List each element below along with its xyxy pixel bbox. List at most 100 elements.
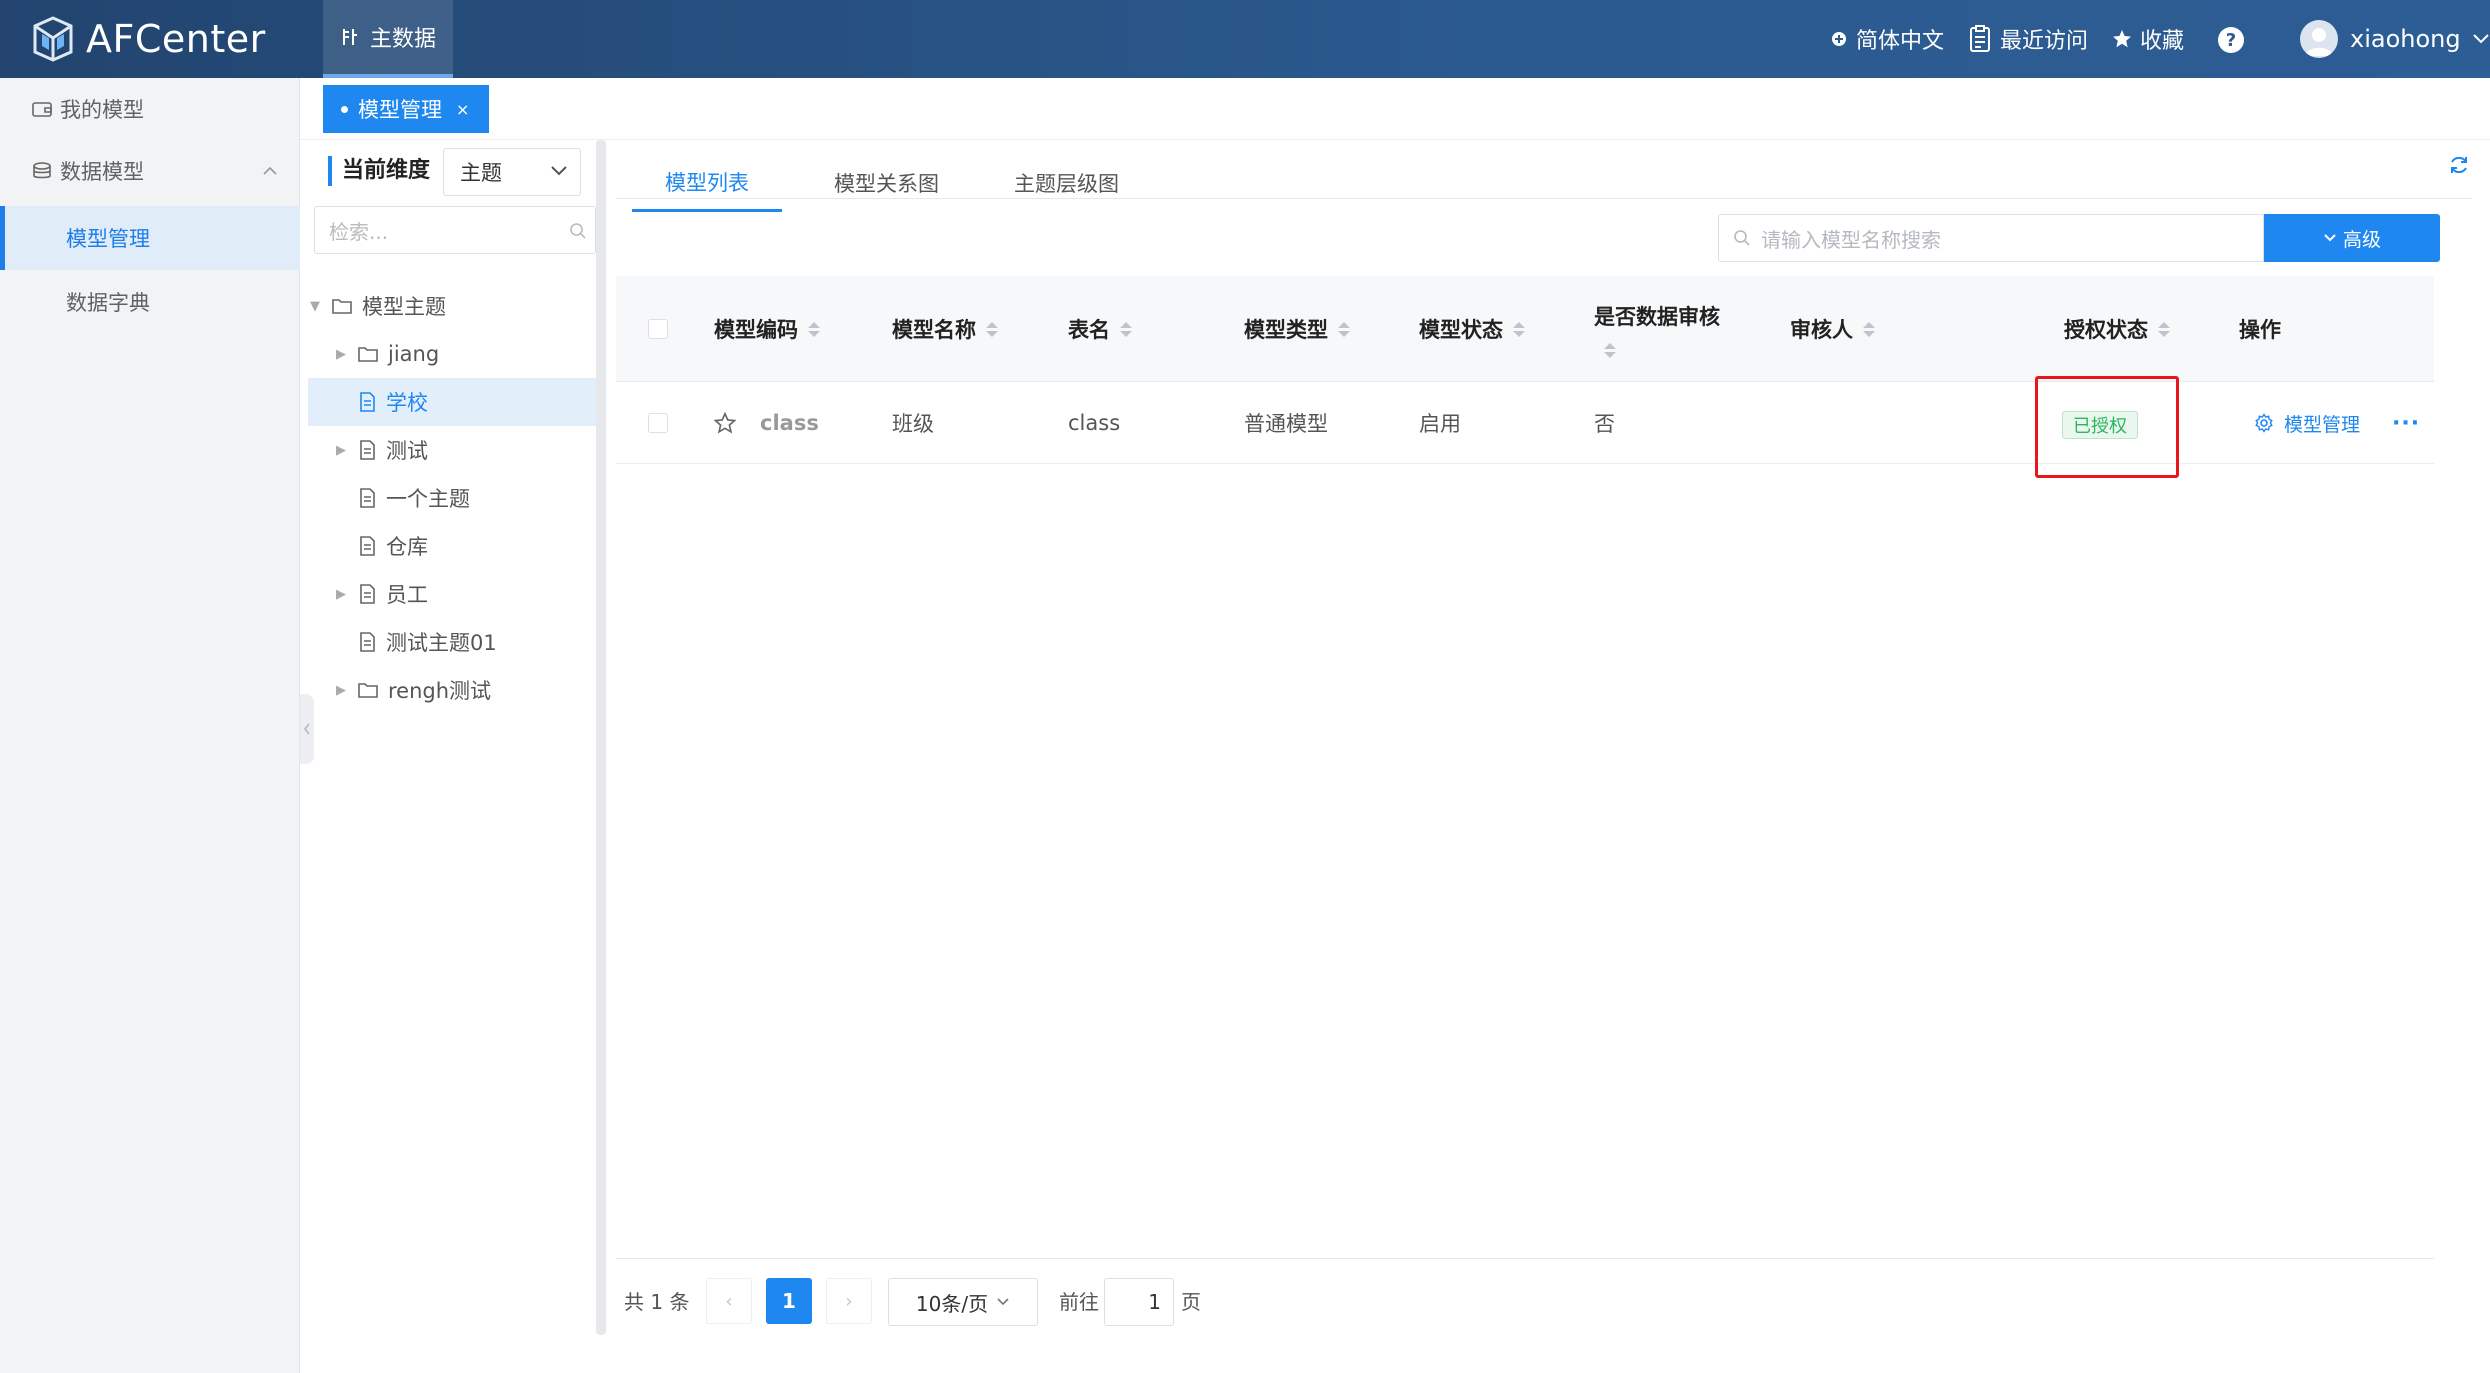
sort-icon[interactable] [1338, 321, 1350, 337]
col-table-name[interactable]: 表名 [1068, 276, 1132, 382]
favorites-label: 收藏 [2140, 29, 2185, 54]
col-reviewer[interactable]: 审核人 [1790, 276, 1875, 382]
menu-my-models[interactable]: 我的模型 [0, 78, 300, 140]
refresh-icon[interactable] [2448, 154, 2470, 176]
tab-model-management[interactable]: 模型管理 × [323, 85, 489, 133]
tab-topic-hierarchy[interactable]: 主题层级图 [1014, 154, 1119, 212]
sort-icon[interactable] [1604, 342, 1616, 358]
prev-page-button[interactable]: ‹ [706, 1278, 752, 1324]
model-search-placeholder: 请输入模型名称搜索 [1761, 227, 1941, 252]
caret-down-icon[interactable]: ▼ [308, 299, 322, 314]
tree-node-label: 测试 [386, 439, 428, 463]
tree-node[interactable]: ▶ 测试 [308, 426, 608, 474]
tree-node[interactable]: ▶ 员工 [308, 570, 608, 618]
tree-node[interactable]: 一个主题 [308, 474, 608, 522]
col-label: 模型编码 [714, 318, 798, 342]
language-label: 简体中文 [1856, 29, 1945, 54]
goto-label: 前往 [1059, 1290, 1099, 1314]
document-icon [360, 440, 375, 460]
tree-node[interactable]: ▶ rengh测试 [308, 666, 608, 714]
tree-search-input[interactable]: 检索... [314, 206, 596, 254]
tree-node[interactable]: 测试主题01 [308, 618, 608, 666]
cell-table-name: class [1068, 411, 1121, 435]
main-content: 模型列表 模型关系图 主题层级图 请输入模型名称搜索 高级 模型编码 模型名称 … [616, 140, 2490, 1373]
document-icon [360, 536, 375, 556]
model-search-input[interactable]: 请输入模型名称搜索 [1718, 214, 2264, 262]
tree-node-label: 一个主题 [386, 487, 470, 511]
tree-node[interactable]: ▶ jiang [308, 330, 608, 378]
col-model-type[interactable]: 模型类型 [1244, 276, 1350, 382]
dimension-select[interactable]: 主题 [443, 148, 581, 196]
collapse-panel-handle[interactable] [300, 694, 314, 764]
chevron-down-icon [551, 166, 567, 176]
dimension-accent-bar [328, 156, 332, 186]
select-all-checkbox[interactable] [648, 319, 668, 339]
gear-icon [2255, 413, 2273, 433]
col-label: 模型类型 [1244, 318, 1328, 342]
sort-icon[interactable] [2158, 321, 2170, 337]
menu-model-management[interactable]: 模型管理 [0, 206, 300, 270]
menu-data-dictionary-label: 数据字典 [66, 291, 150, 315]
tabs-divider [616, 198, 2472, 199]
app-logo[interactable]: AFCenter [32, 16, 266, 62]
pagination-total: 共 1 条 [624, 1290, 690, 1314]
data-icon [342, 29, 357, 45]
sort-icon[interactable] [808, 321, 820, 337]
tab-model-relation[interactable]: 模型关系图 [834, 154, 939, 212]
caret-right-icon[interactable]: ▶ [334, 443, 348, 458]
favorite-star[interactable] [714, 382, 736, 464]
tab-model-list[interactable]: 模型列表 [632, 154, 782, 212]
tree-search-placeholder: 检索... [329, 219, 389, 244]
sort-icon[interactable] [1513, 321, 1525, 337]
tree-node-selected[interactable]: 学校 [308, 378, 596, 426]
col-data-audit[interactable]: 是否数据审核 [1594, 276, 1720, 382]
help-icon[interactable]: ? [2218, 27, 2244, 53]
page-number-current[interactable]: 1 [766, 1278, 812, 1324]
close-icon[interactable]: × [456, 100, 469, 119]
sort-icon[interactable] [1120, 321, 1132, 337]
tab-model-list-label: 模型列表 [665, 170, 749, 195]
caret-right-icon[interactable]: ▶ [334, 347, 348, 362]
model-manage-link[interactable]: 模型管理 [2254, 382, 2360, 464]
tree-scrollbar[interactable] [596, 140, 606, 1335]
col-auth-status[interactable]: 授权状态 [2064, 276, 2170, 382]
col-model-code[interactable]: 模型编码 [714, 276, 820, 382]
advanced-search-button[interactable]: 高级 [2264, 214, 2440, 262]
caret-right-icon[interactable]: ▶ [334, 587, 348, 602]
sort-icon[interactable] [986, 321, 998, 337]
cell-model-status: 启用 [1419, 412, 1461, 436]
folder-icon [358, 683, 378, 698]
top-bar: AFCenter 主数据 简体中文 最近访问 收藏 ? xiaohong [0, 0, 2490, 78]
goto-page-input[interactable]: 1 [1104, 1278, 1174, 1326]
tree-node-label: 仓库 [386, 535, 428, 559]
caret-right-icon[interactable]: ▶ [334, 683, 348, 698]
search-icon [1734, 230, 1750, 246]
col-model-name[interactable]: 模型名称 [892, 276, 998, 382]
menu-data-dictionary[interactable]: 数据字典 [0, 270, 300, 334]
chevron-up-icon [263, 166, 277, 175]
avatar[interactable] [2300, 20, 2338, 58]
app-name: AFCenter [86, 17, 266, 61]
user-menu[interactable]: xiaohong [2350, 0, 2490, 78]
cell-model-code[interactable]: class [760, 382, 819, 464]
tree-node-label: 员工 [386, 583, 428, 607]
col-model-status[interactable]: 模型状态 [1419, 276, 1525, 382]
favorites[interactable]: 收藏 [2112, 0, 2184, 78]
document-icon [360, 488, 375, 508]
page-size-value: 10条/页 [915, 1291, 989, 1316]
nav-main-data[interactable]: 主数据 [323, 0, 453, 78]
tree-node-root[interactable]: ▼ 模型主题 [308, 282, 608, 330]
language-switch[interactable]: 简体中文 [1830, 0, 1944, 78]
next-page-button[interactable]: › [826, 1278, 872, 1324]
col-label: 操作 [2239, 318, 2281, 342]
recent-visits[interactable]: 最近访问 [1968, 0, 2088, 78]
menu-data-models[interactable]: 数据模型 [0, 140, 300, 202]
page-size-select[interactable]: 10条/页 [888, 1278, 1038, 1326]
more-actions-icon[interactable]: ··· [2392, 382, 2420, 464]
menu-my-models-label: 我的模型 [60, 98, 144, 122]
dimension-label: 当前维度 [342, 158, 431, 183]
row-checkbox[interactable] [648, 413, 668, 433]
model-manage-label: 模型管理 [2284, 413, 2361, 436]
sort-icon[interactable] [1863, 321, 1875, 337]
tree-node[interactable]: 仓库 [308, 522, 608, 570]
